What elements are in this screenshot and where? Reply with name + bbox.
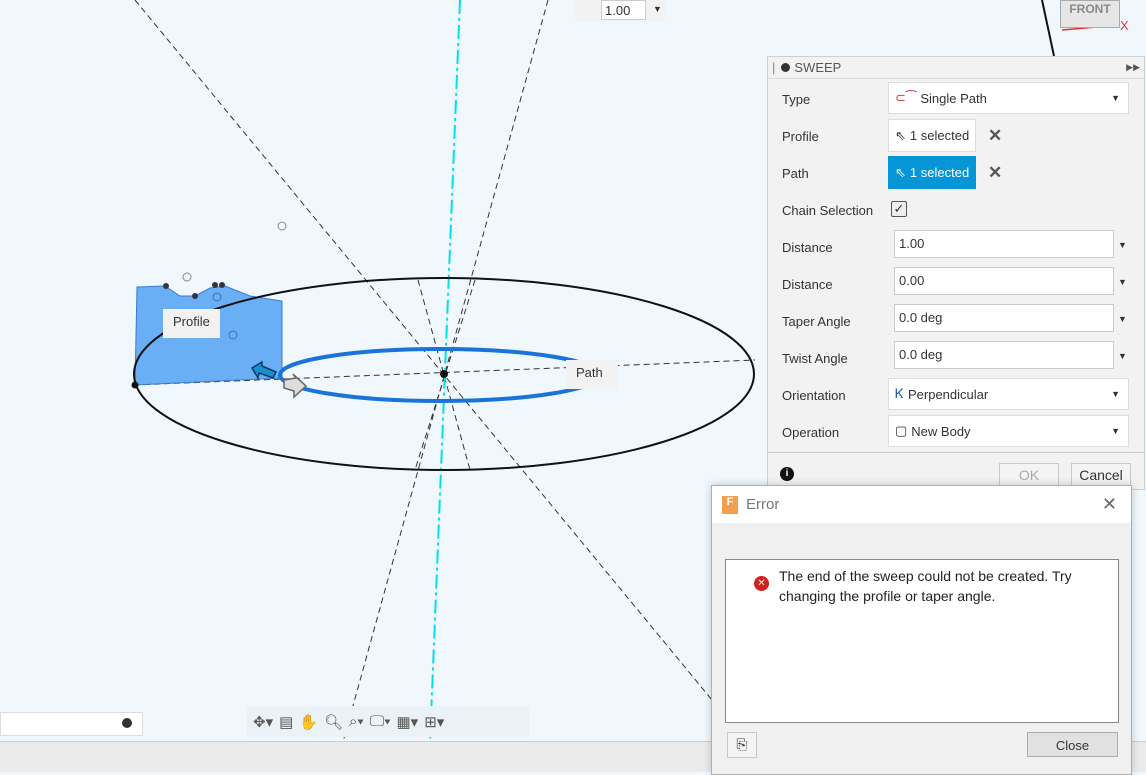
close-icon[interactable]: ✕ [1102, 494, 1117, 515]
value-popup: 1.00 ▼ [575, 0, 665, 22]
top-value-input[interactable]: 1.00 [601, 0, 646, 20]
chevron-down-icon: ▼ [1111, 426, 1120, 436]
path-select-value: 1 selected [909, 165, 970, 180]
type-value: Single Path [920, 90, 987, 106]
error-icon: ✕ [754, 576, 769, 591]
chevron-down-icon[interactable]: ▼ [1118, 351, 1127, 361]
clear-profile-icon[interactable]: ✕ [988, 126, 1002, 146]
twist-angle-label: Twist Angle [782, 351, 848, 366]
chain-selection-checkbox[interactable]: ✓ [891, 201, 907, 217]
chevron-down-icon: ▼ [1111, 389, 1120, 399]
dialog-title: Error [746, 496, 780, 513]
cancel-button[interactable]: Cancel [1071, 463, 1131, 487]
sweep-panel: | SWEEP ▶▶ Type ⊂⁀ Single Path ▼ Profile ⇖ 1 … [767, 56, 1145, 490]
info-icon[interactable]: i [780, 467, 794, 481]
chain-selection-label: Chain Selection [782, 203, 874, 218]
x-axis-label: X [1120, 18, 1129, 33]
message-area: ✕ The end of the sweep could not be crea… [725, 559, 1119, 723]
operation-dropdown[interactable]: ▢ New Body ▼ [888, 415, 1129, 447]
copy-icon[interactable]: ⎘ [727, 732, 757, 758]
orientation-value: Perpendicular [907, 386, 989, 402]
look-at-icon[interactable]: ▤ [279, 713, 293, 731]
app-icon: F [722, 495, 738, 514]
new-body-icon: ▢ [895, 423, 908, 438]
path-ellipse[interactable] [278, 347, 602, 403]
taper-angle-label: Taper Angle [782, 314, 851, 329]
distance2-input[interactable]: 0.00 [894, 267, 1114, 295]
grid-icon[interactable]: ▦▾ [397, 713, 419, 731]
orbit-icon[interactable]: ✥▾ [253, 713, 273, 731]
chevron-down-icon[interactable]: ▼ [1118, 314, 1127, 324]
distance1-label: Distance [782, 240, 833, 255]
cursor-icon: ⇖ [895, 127, 906, 143]
viewports-icon[interactable]: ⊞▾ [424, 713, 444, 731]
chevron-down-icon[interactable]: ▼ [1118, 277, 1127, 287]
taper-angle-input[interactable]: 0.0 deg [894, 304, 1114, 332]
profile-select-button[interactable]: ⇖ 1 selected [888, 119, 976, 152]
distance2-label: Distance [782, 277, 833, 292]
chevron-down-icon: ▼ [1111, 93, 1120, 103]
twist-angle-input[interactable]: 0.0 deg [894, 341, 1114, 369]
type-label: Type [782, 92, 811, 107]
browser-bar[interactable] [0, 712, 143, 736]
clear-path-icon[interactable]: ✕ [988, 163, 1002, 183]
fit-icon[interactable]: ⌕▾ [349, 713, 364, 730]
path-select-button[interactable]: ⇖ 1 selected [888, 156, 976, 189]
cursor-icon: ⇖ [895, 164, 906, 180]
operation-label: Operation [782, 425, 840, 440]
navigation-toolbar: ✥▾ ▤ ✋ 🔍︎ ⌕▾ 🖵▾ ▦▾ ⊞▾ [247, 706, 529, 737]
add-icon[interactable] [122, 718, 132, 728]
orientation-label: Orientation [782, 388, 846, 403]
display-settings-icon[interactable]: 🖵▾ [370, 713, 391, 730]
pan-icon[interactable]: ✋ [299, 713, 318, 731]
perpendicular-icon: Ꮶ [895, 386, 904, 401]
operation-value: New Body [911, 423, 971, 439]
close-button[interactable]: Close [1027, 732, 1118, 757]
zoom-icon[interactable]: 🔍︎ [324, 713, 343, 731]
type-dropdown[interactable]: ⊂⁀ Single Path ▼ [888, 82, 1129, 114]
distance1-input[interactable]: 1.00 [894, 230, 1114, 258]
single-path-icon: ⊂⁀ [895, 90, 917, 105]
panel-title: SWEEP [794, 60, 842, 75]
chevron-down-icon[interactable]: ▼ [1118, 240, 1127, 250]
profile-select-value: 1 selected [909, 128, 970, 143]
error-dialog: F Error ✕ ✕ The end of the sweep could no… [711, 485, 1132, 775]
expand-icon[interactable]: ▶▶ [1126, 62, 1140, 73]
rotate-arrow-icon[interactable] [283, 373, 308, 399]
viewcube[interactable]: FRONT X [1040, 0, 1146, 56]
collapse-icon[interactable] [781, 63, 791, 72]
error-message: The end of the sweep could not be create… [779, 568, 1072, 604]
chevron-down-icon[interactable]: ▼ [653, 4, 662, 14]
viewcube-front-face[interactable]: FRONT [1060, 0, 1120, 28]
path-field-label: Path [782, 166, 809, 181]
profile-label: Profile [163, 309, 220, 338]
profile-field-label: Profile [782, 129, 819, 144]
path-label: Path [566, 360, 618, 389]
ok-button[interactable]: OK [999, 463, 1059, 487]
orientation-dropdown[interactable]: Ꮶ Perpendicular ▼ [888, 378, 1129, 410]
